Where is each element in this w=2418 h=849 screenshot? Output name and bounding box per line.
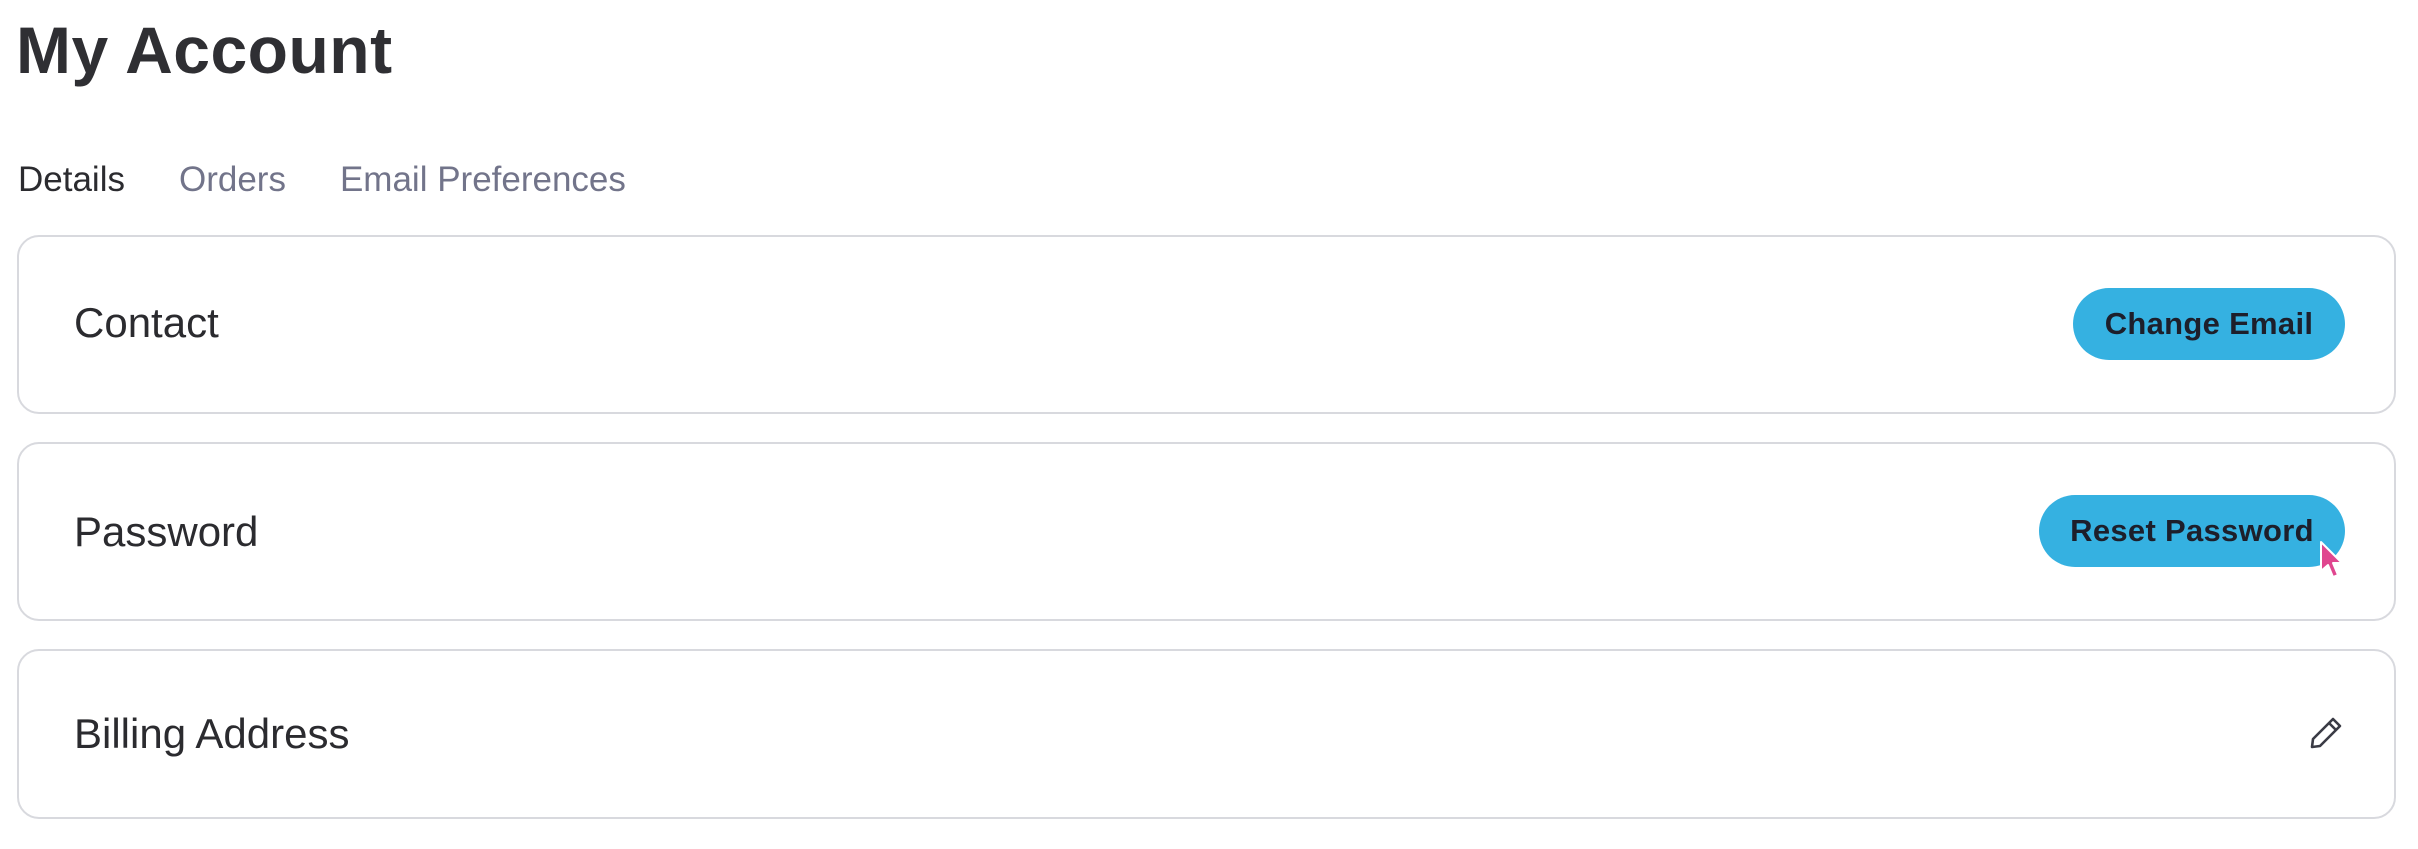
billing-address-card: Billing Address (17, 649, 2396, 819)
change-email-button[interactable]: Change Email (2073, 288, 2345, 360)
pencil-icon[interactable] (2306, 713, 2346, 753)
password-title: Password (74, 508, 259, 555)
tab-email-preferences[interactable]: Email Preferences (340, 152, 626, 208)
contact-title: Contact (74, 299, 219, 346)
account-tabs: Details Orders Email Preferences (18, 152, 680, 208)
tab-orders[interactable]: Orders (179, 152, 286, 208)
password-card: Password Reset Password (17, 442, 2396, 621)
tab-details[interactable]: Details (18, 152, 125, 208)
billing-address-title: Billing Address (74, 710, 350, 757)
contact-card: Contact Change Email (17, 235, 2396, 414)
reset-password-button[interactable]: Reset Password (2039, 495, 2345, 567)
page-title: My Account (16, 13, 393, 87)
